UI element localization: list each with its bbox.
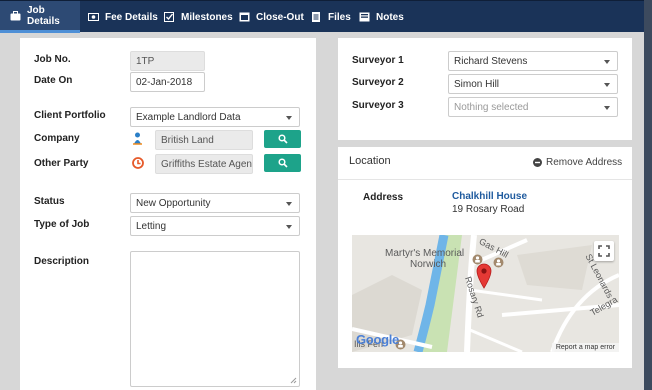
status-select[interactable]: New Opportunity [130, 193, 300, 213]
company-icon [132, 131, 143, 145]
surveyor-3-placeholder: Nothing selected [454, 101, 529, 113]
tab-label: Files [328, 11, 351, 23]
surveyor-1-value: Richard Stevens [454, 55, 528, 67]
client-portfolio-label: Client Portfolio [34, 110, 106, 121]
surveyor-2-label: Surveyor 2 [352, 77, 404, 88]
date-on-label: Date On [34, 75, 73, 86]
location-divider [338, 179, 632, 180]
tab-job-details[interactable]: Job Details [0, 1, 80, 33]
other-party-label: Other Party [34, 158, 89, 169]
window-edge [644, 0, 652, 390]
tab-close-out[interactable]: Close-Out [239, 1, 304, 33]
checkbox-icon [164, 12, 175, 22]
address-line-2: 19 Rosary Road [452, 204, 525, 215]
address-label: Address [363, 192, 404, 203]
description-label: Description [34, 256, 90, 267]
briefcase-icon [10, 10, 21, 21]
google-logo-text: Google [356, 332, 399, 347]
job-no-label: Job No. [34, 54, 71, 65]
type-of-job-value: Letting [136, 220, 167, 232]
tab-label: Milestones [181, 11, 233, 23]
file-icon [311, 12, 322, 22]
status-label: Status [34, 196, 65, 207]
company-field: British Land [155, 130, 253, 150]
surveyor-3-label: Surveyor 3 [352, 100, 404, 111]
search-icon [277, 158, 288, 168]
tab-fee-details[interactable]: Fee Details [88, 1, 158, 33]
company-search-button[interactable] [264, 130, 301, 148]
tab-label: Fee Details [105, 11, 158, 23]
window-icon [239, 12, 250, 22]
location-pin-icon[interactable] [476, 263, 492, 289]
tab-notes[interactable]: Notes [359, 1, 404, 33]
surveyor-1-label: Surveyor 1 [352, 55, 404, 66]
map[interactable]: Martyr's Memorial Norwich Gas Hill Rosar… [352, 235, 619, 352]
type-of-job-label: Type of Job [34, 219, 90, 230]
client-portfolio-value: Example Landlord Data [136, 111, 241, 123]
job-no-field: 1TP [130, 51, 205, 71]
status-value: New Opportunity [136, 197, 211, 209]
other-party-search-button[interactable] [264, 154, 301, 172]
tab-files[interactable]: Files [311, 1, 351, 33]
tab-label: Close-Out [256, 11, 304, 23]
tab-label: Job Details [27, 4, 60, 27]
surveyor-1-select[interactable]: Richard Stevens [448, 51, 618, 71]
date-on-input[interactable]: 02-Jan-2018 [130, 72, 205, 92]
tab-milestones[interactable]: Milestones [164, 1, 233, 33]
notes-icon [359, 12, 370, 22]
other-party-field: Griffiths Estate Agents [155, 154, 253, 174]
company-label: Company [34, 133, 80, 144]
map-label-poi: Martyr's Memorial [385, 248, 465, 259]
address-link[interactable]: Chalkhill House [452, 191, 527, 202]
minus-circle-icon [533, 158, 542, 167]
type-of-job-select[interactable]: Letting [130, 216, 300, 236]
surveyor-3-select[interactable]: Nothing selected [448, 97, 618, 117]
surveyor-2-value: Simon Hill [454, 78, 500, 90]
tab-bar: Job Details Fee Details Milestones Close… [0, 0, 652, 33]
location-title: Location [349, 155, 391, 167]
money-icon [88, 12, 99, 22]
fullscreen-icon [598, 245, 610, 257]
remove-address-label: Remove Address [546, 157, 623, 168]
client-portfolio-select[interactable]: Example Landlord Data [130, 107, 300, 127]
resize-handle-icon[interactable] [290, 377, 297, 384]
description-textarea[interactable] [130, 251, 300, 387]
map-label-poi-2: Norwich [410, 259, 447, 270]
surveyor-2-select[interactable]: Simon Hill [448, 74, 618, 94]
search-icon [277, 134, 288, 144]
tab-label: Notes [376, 11, 404, 23]
fullscreen-button[interactable] [594, 241, 614, 261]
other-party-icon [132, 157, 144, 169]
poi-marker-icon[interactable] [493, 257, 504, 268]
report-map-error-link[interactable]: Report a map error [551, 343, 619, 352]
other-party-value: Griffiths Estate Agents [161, 158, 252, 170]
remove-address-button[interactable]: Remove Address [533, 157, 622, 168]
google-logo: Google [356, 332, 399, 347]
